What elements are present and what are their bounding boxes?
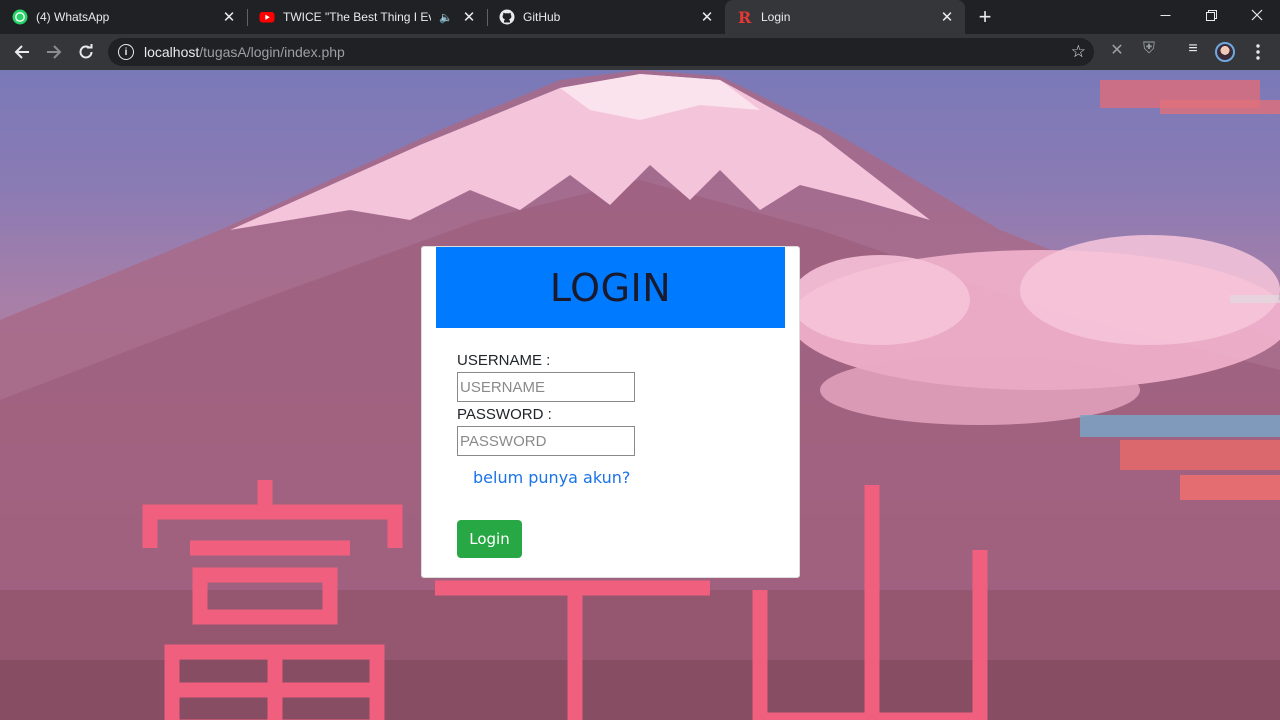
- whatsapp-icon: [12, 9, 28, 25]
- login-header: LOGIN: [436, 247, 785, 328]
- login-title: LOGIN: [549, 265, 672, 310]
- password-input[interactable]: [457, 426, 635, 456]
- tab-youtube[interactable]: TWICE "The Best Thing I Ever 🔈 ✕: [247, 0, 487, 34]
- address-bar[interactable]: i localhost/tugasA/login/index.php ☆: [108, 38, 1094, 66]
- login-card: LOGIN USERNAME : PASSWORD : belum punya …: [421, 246, 800, 578]
- tab-whatsapp[interactable]: (4) WhatsApp ✕: [0, 0, 247, 34]
- tab-title: Login: [761, 10, 791, 24]
- menu-icon[interactable]: [1252, 42, 1264, 62]
- info-icon[interactable]: i: [118, 44, 134, 60]
- login-button[interactable]: Login: [457, 520, 522, 558]
- register-link[interactable]: belum punya akun?: [473, 468, 630, 487]
- tab-login[interactable]: R Login ✕: [725, 0, 965, 34]
- restore-icon[interactable]: [1188, 0, 1234, 30]
- back-icon[interactable]: [6, 36, 38, 68]
- speaker-icon[interactable]: 🔈: [439, 11, 453, 24]
- browser-toolbar: i localhost/tugasA/login/index.php ☆ ✕ ⛨…: [0, 34, 1280, 70]
- extension-x-icon[interactable]: ✕: [1105, 40, 1129, 60]
- password-label: PASSWORD :: [457, 406, 552, 423]
- minimize-icon[interactable]: [1142, 0, 1188, 30]
- username-label: USERNAME :: [457, 352, 551, 369]
- tab-title: (4) WhatsApp: [36, 10, 110, 24]
- close-icon[interactable]: ✕: [461, 8, 477, 26]
- close-icon[interactable]: ✕: [939, 8, 955, 26]
- avatar[interactable]: [1215, 42, 1235, 62]
- github-icon: [499, 9, 515, 25]
- close-icon[interactable]: ✕: [221, 8, 237, 26]
- tab-title: TWICE "The Best Thing I Ever: [283, 10, 432, 24]
- svg-text:R: R: [738, 9, 752, 25]
- username-input[interactable]: [457, 372, 635, 402]
- close-window-icon[interactable]: [1234, 0, 1280, 30]
- window-controls: [1142, 0, 1280, 30]
- page-viewport: LOGIN USERNAME : PASSWORD : belum punya …: [0, 70, 1280, 720]
- tab-strip: (4) WhatsApp ✕ TWICE "The Best Thing I E…: [0, 0, 1280, 34]
- youtube-icon: [259, 9, 275, 25]
- reload-icon[interactable]: [70, 36, 102, 68]
- new-tab-button[interactable]: +: [965, 0, 1005, 34]
- url-text[interactable]: localhost/tugasA/login/index.php: [144, 44, 345, 60]
- r-logo-icon: R: [737, 9, 753, 25]
- forward-icon[interactable]: [38, 36, 70, 68]
- media-controls-icon[interactable]: ≡: [1181, 40, 1205, 58]
- bookmark-star-icon[interactable]: ☆: [1071, 42, 1086, 62]
- tab-github[interactable]: GitHub ✕: [487, 0, 725, 34]
- tab-title: GitHub: [523, 10, 561, 24]
- extension-shield-icon[interactable]: ⛨: [1137, 40, 1161, 58]
- close-icon[interactable]: ✕: [699, 8, 715, 26]
